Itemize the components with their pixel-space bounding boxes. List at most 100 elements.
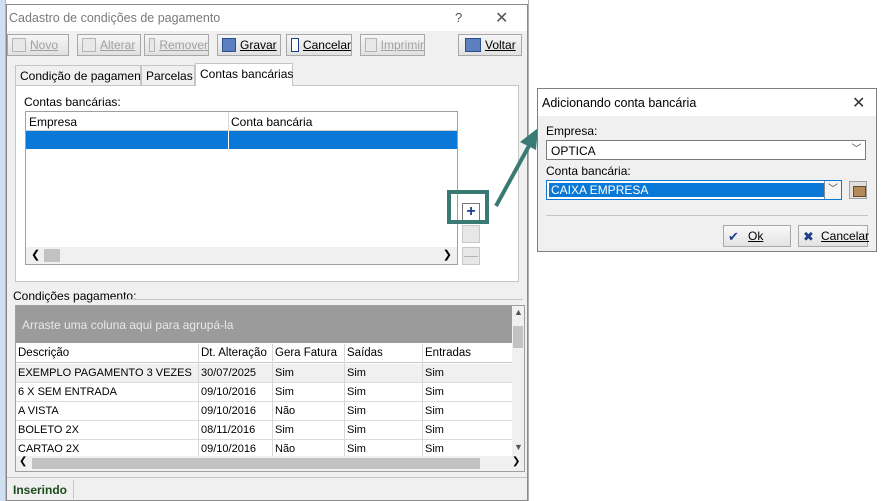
cell-descricao: A VISTA [18,405,59,417]
table-row[interactable]: BOLETO 2X 08/11/2016 Sim Sim Sim [16,421,512,440]
novo-label: Novo [30,38,59,52]
status-mode: Inserindo [13,483,68,497]
condicoes-grid-header: Descrição Dt. Alteração Gera Fatura Saíd… [16,344,512,363]
voltar-label: Voltar [485,38,516,52]
gravar-label: Gravar [240,38,277,52]
col-saidas[interactable]: Saídas [347,347,383,359]
edit-conta-button[interactable] [462,225,480,243]
table-row[interactable]: 6 X SEM ENTRADA 09/10/2016 Sim Sim Sim [16,383,512,402]
cell-saidas: Sim [347,367,366,379]
col-conta-bancaria[interactable]: Conta bancária [231,115,312,129]
scroll-down-icon[interactable]: ▼ [514,442,523,452]
cell-dt-alteracao: 09/10/2016 [201,443,257,455]
group-by-panel[interactable]: Arraste uma coluna aqui para agrupá-la [16,306,512,343]
scroll-right-icon[interactable]: ❯ [443,248,452,261]
scroll-left-icon[interactable]: ❮ [19,456,27,467]
empresa-value: OPTICA [551,144,596,158]
horizontal-scrollbar[interactable]: ❮ ❯ [26,247,457,264]
help-icon[interactable]: ? [455,10,462,25]
remove-conta-button[interactable]: — [462,247,480,265]
alterar-button[interactable]: Alterar [77,34,141,56]
cancelar-dialog-label: Cancelar [821,229,870,243]
close-icon[interactable]: ✕ [495,8,508,28]
cell-descricao: EXEMPLO PAGAMENTO 3 VEZES [18,367,192,379]
scroll-left-icon[interactable]: ❮ [31,248,40,261]
voltar-button[interactable]: Voltar [458,34,522,56]
cell-gera-fatura: Sim [275,367,294,379]
dialog-title-bar: Adicionando conta bancária ✕ [538,89,876,116]
col-divider [272,344,273,456]
cell-descricao: BOLETO 2X [18,424,79,436]
conta-value: CAIXA EMPRESA [551,183,649,197]
table-row[interactable]: A VISTA 09/10/2016 Não Sim Sim [16,402,512,421]
imprimir-button[interactable]: Imprimir [360,34,425,56]
col-descricao[interactable]: Descrição [18,347,69,359]
scroll-thumb[interactable] [44,249,60,262]
remove-icon [149,38,156,52]
alterar-label: Alterar [100,38,136,52]
cell-descricao: CARTAO 2X [18,443,80,455]
cancelar-dialog-button[interactable]: ✖ Cancelar [798,225,870,247]
cell-saidas: Sim [347,386,366,398]
chevron-down-icon[interactable]: ﹀ [824,181,841,199]
col-entradas[interactable]: Entradas [425,347,471,359]
dialog-divider [546,215,868,216]
condicoes-grid[interactable]: Arraste uma coluna aqui para agrupá-la D… [15,305,525,472]
ok-button[interactable]: ✔ Ok [723,225,791,247]
col-empresa[interactable]: Empresa [29,115,77,129]
tab-contas-bancarias[interactable]: Contas bancárias [195,63,293,86]
scroll-thumb[interactable] [513,326,523,348]
group-hint: Arraste uma coluna aqui para agrupá-la [22,318,234,332]
scroll-up-icon[interactable]: ▲ [514,307,523,317]
conta-bancaria-select[interactable]: CAIXA EMPRESA ﹀ [546,180,842,200]
cancel-x-icon: ✖ [803,229,814,244]
col-gera-fatura[interactable]: Gera Fatura [275,347,337,359]
window-title: Cadastro de condições de pagamento [9,11,221,25]
contas-grid[interactable]: Empresa Conta bancária ❮ ❯ [25,111,458,265]
vertical-scrollbar[interactable]: ▲ ▼ [512,306,524,456]
cell-dt-alteracao: 09/10/2016 [201,386,257,398]
empresa-select[interactable]: OPTICA ﹀ [546,140,866,160]
cell-gera-fatura: Não [275,405,296,417]
contas-label: Contas bancárias: [24,95,121,109]
remover-button[interactable]: Remover [144,34,209,56]
col-divider [228,112,229,131]
dialog-title: Adicionando conta bancária [542,96,697,110]
tab-condicao-pagamento[interactable]: Condição de pagamento [15,65,151,85]
novo-button[interactable]: Novo [7,34,69,56]
edit-icon [82,38,96,52]
cell-dt-alteracao: 09/10/2016 [201,405,257,417]
new-icon [12,38,26,52]
col-divider [344,344,345,456]
dialog-close-icon[interactable]: ✕ [852,93,865,113]
condicoes-label: Condições pagamento: [13,289,137,303]
cell-saidas: Sim [347,405,366,417]
imprimir-label: Imprimir [380,38,424,52]
cell-gera-fatura: Sim [275,386,294,398]
table-row[interactable]: CARTAO 2X 09/10/2016 Não Sim Sim [16,440,512,456]
status-bar: Inserindo [7,477,527,500]
print-icon [365,38,377,52]
scroll-right-icon[interactable]: ❯ [512,456,520,467]
chevron-down-icon[interactable]: ﹀ [848,141,865,159]
tab-parcelas[interactable]: Parcelas [141,65,195,85]
gravar-button[interactable]: Gravar [217,34,281,56]
selected-row[interactable] [26,131,457,149]
main-window: Cadastro de condições de pagamento ? ✕ N… [6,4,528,501]
back-arrow-icon [465,38,481,52]
col-divider [198,344,199,456]
col-dt-alteracao[interactable]: Dt. Alteração [201,347,267,359]
cell-descricao: 6 X SEM ENTRADA [18,386,118,398]
cell-dt-alteracao: 30/07/2025 [201,367,257,379]
cell-entradas: Sim [425,367,444,379]
row-divider [228,131,229,149]
contas-grid-header: Empresa Conta bancária [26,112,457,131]
table-row[interactable]: EXEMPLO PAGAMENTO 3 VEZES 30/07/2025 Sim… [16,364,512,383]
cancelar-button[interactable]: Cancelar [286,34,352,56]
cell-dt-alteracao: 08/11/2016 [201,424,256,436]
lookup-book-icon[interactable] [849,181,867,199]
empresa-label: Empresa: [546,124,598,138]
scroll-thumb[interactable] [32,458,480,469]
horizontal-scrollbar[interactable]: ❮ ❯ [16,456,524,471]
cell-entradas: Sim [425,443,444,455]
